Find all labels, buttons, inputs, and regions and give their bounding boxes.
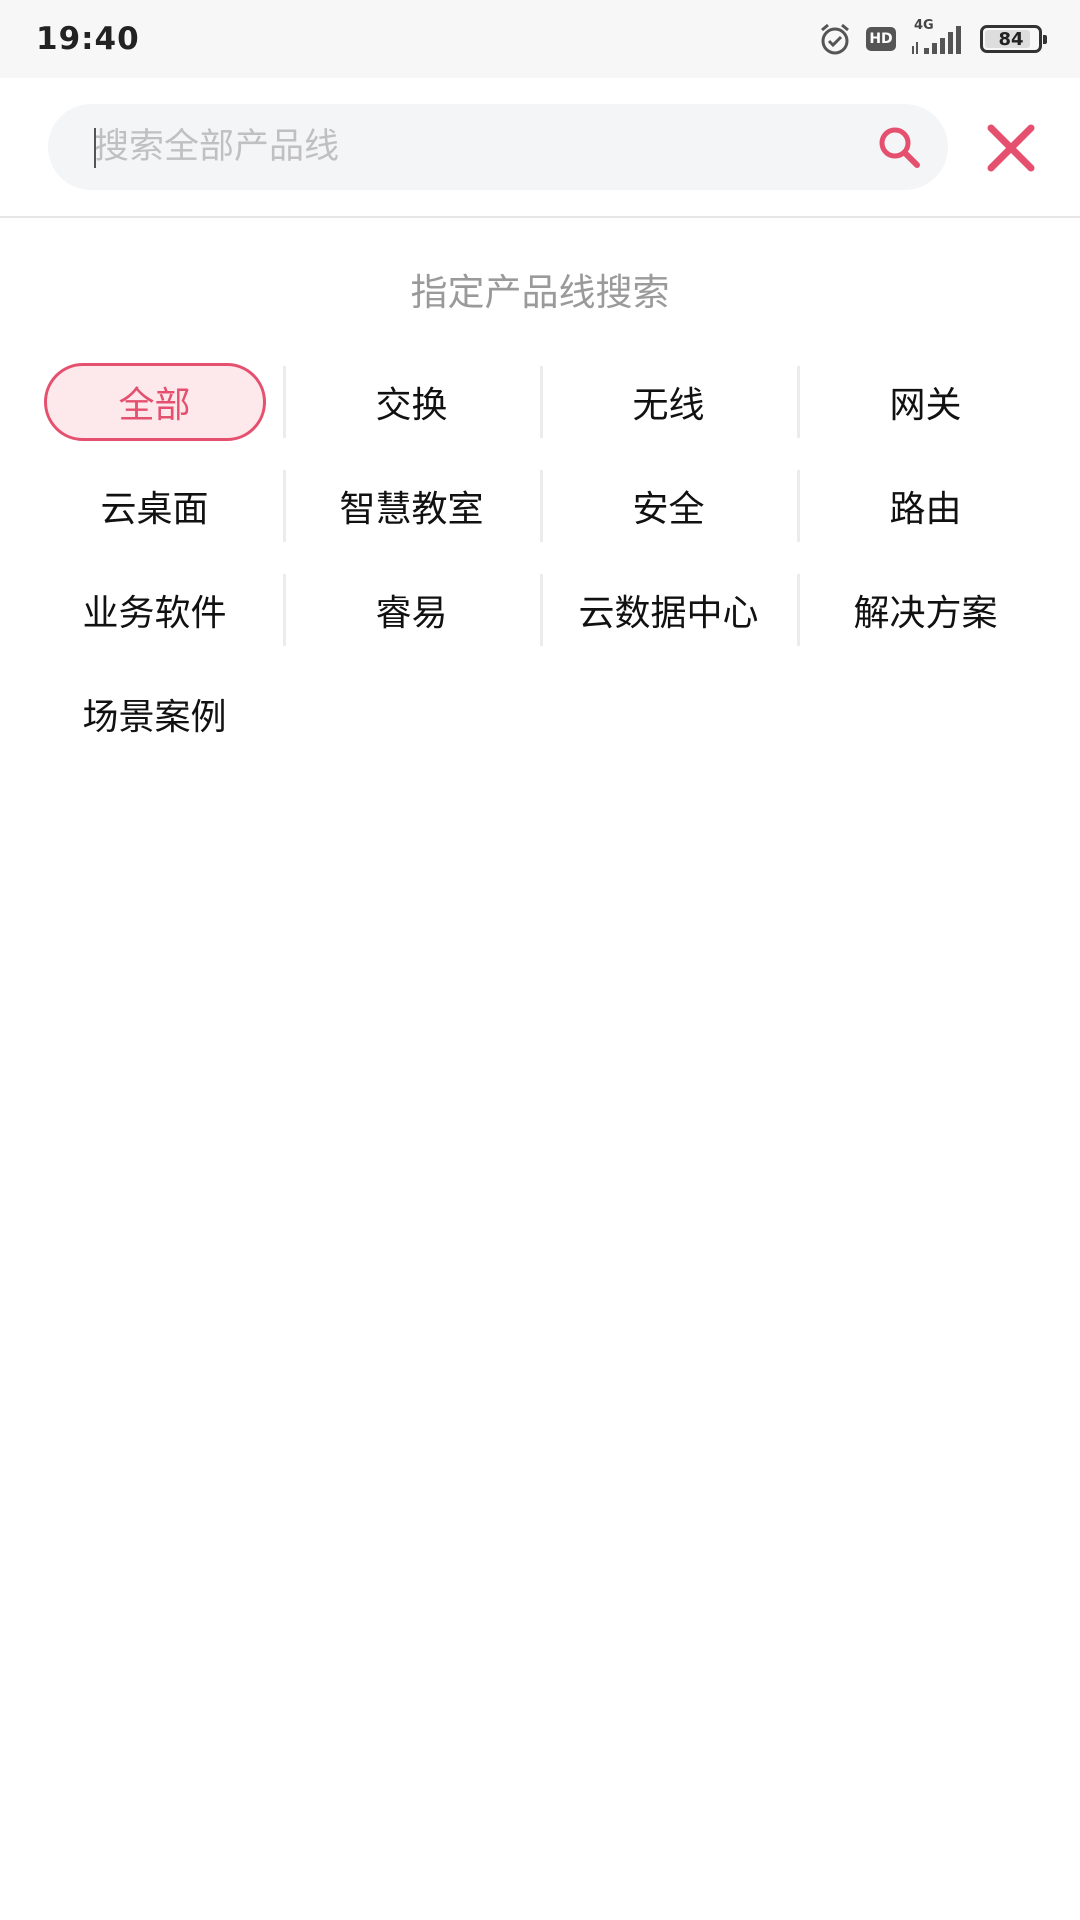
search-input[interactable] xyxy=(48,104,948,190)
category-chip-ruiyi[interactable]: 睿易 xyxy=(375,584,447,636)
product-line-grid: 全部 交换 无线 网关 云桌面 智慧教室 安全 路由 业务软件 睿易 云数据中心… xyxy=(26,350,1054,766)
status-time: 19:40 xyxy=(36,21,140,57)
status-bar: 19:40 HD 4G 84 xyxy=(0,0,1080,78)
signal-icon: 4G xyxy=(910,18,966,56)
hd-icon: HD xyxy=(866,27,896,51)
category-cell: 网关 xyxy=(797,350,1054,454)
section-title: 指定产品线搜索 xyxy=(410,271,670,314)
category-chip-all[interactable]: 全部 xyxy=(43,363,266,441)
text-cursor xyxy=(94,128,96,168)
category-chip-security[interactable]: 安全 xyxy=(632,480,704,532)
category-cell: 睿易 xyxy=(283,558,540,662)
category-cell: 路由 xyxy=(797,454,1054,558)
search-header xyxy=(0,78,1080,218)
category-cell: 云数据中心 xyxy=(540,558,797,662)
status-icons: HD 4G 84 xyxy=(818,18,1047,56)
category-chip-cloud-desktop[interactable]: 云桌面 xyxy=(100,480,208,532)
category-chip-switching[interactable]: 交换 xyxy=(375,376,447,428)
category-chip-business-software[interactable]: 业务软件 xyxy=(82,584,226,636)
category-chip-gateway[interactable]: 网关 xyxy=(889,376,961,428)
category-chip-solutions[interactable]: 解决方案 xyxy=(853,584,997,636)
category-cell: 无线 xyxy=(540,350,797,454)
category-chip-scenario-cases[interactable]: 场景案例 xyxy=(82,688,226,740)
battery-icon: 84 xyxy=(980,25,1047,53)
close-icon[interactable] xyxy=(985,122,1037,174)
category-cell: 安全 xyxy=(540,454,797,558)
category-cell: 全部 xyxy=(26,350,283,454)
alarm-icon xyxy=(818,22,852,56)
category-chip-cloud-datacenter[interactable]: 云数据中心 xyxy=(578,584,758,636)
category-cell: 场景案例 xyxy=(26,662,283,766)
category-chip-wireless[interactable]: 无线 xyxy=(632,376,704,428)
battery-level: 84 xyxy=(998,28,1024,50)
category-cell: 云桌面 xyxy=(26,454,283,558)
category-cell: 业务软件 xyxy=(26,558,283,662)
category-cell: 智慧教室 xyxy=(283,454,540,558)
category-cell: 解决方案 xyxy=(797,558,1054,662)
category-chip-routing[interactable]: 路由 xyxy=(889,480,961,532)
search-box[interactable] xyxy=(48,104,948,190)
search-icon[interactable] xyxy=(876,124,922,170)
category-cell: 交换 xyxy=(283,350,540,454)
category-chip-smart-classroom[interactable]: 智慧教室 xyxy=(339,480,483,532)
